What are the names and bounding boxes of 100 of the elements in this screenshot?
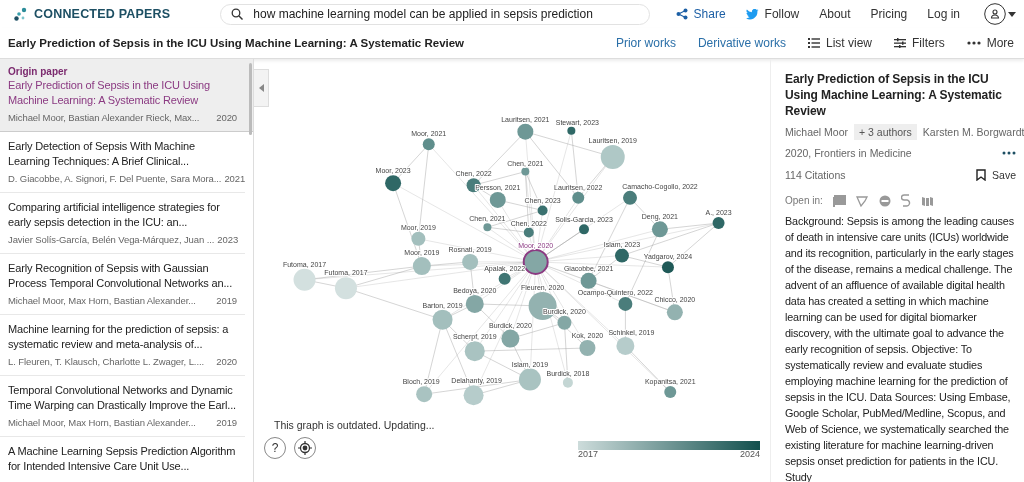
detail-title: Early Prediction of Sepsis in the ICU Using Machine Learning: A Systematic Review	[785, 71, 1003, 119]
paper-node[interactable]	[412, 257, 431, 276]
paper-node[interactable]	[416, 386, 433, 403]
list-icon	[807, 38, 820, 48]
paper-node[interactable]	[537, 205, 548, 216]
nav-link[interactable]: About	[819, 7, 851, 21]
tag-icon[interactable]	[855, 194, 869, 207]
paper-node[interactable]	[618, 296, 633, 311]
paper-node[interactable]	[614, 248, 629, 263]
paper-node[interactable]	[712, 217, 725, 230]
help-button[interactable]: ?	[264, 437, 286, 459]
paper-node[interactable]	[334, 277, 357, 300]
paper-item-title: Early Detection of Sepsis With Machine Learning Techniques: A Brief Clinical...	[8, 139, 196, 169]
paper-year: 2020	[216, 356, 237, 367]
paper-node[interactable]	[462, 253, 479, 270]
paper-year: 2019	[216, 295, 237, 306]
paper-authors: L. Fleuren, T. Klausch, Charlotte L. Zwager, L....	[8, 356, 204, 367]
document-icon[interactable]	[832, 194, 846, 207]
paper-node[interactable]	[463, 385, 484, 406]
nav-link[interactable]: Log in	[927, 7, 960, 21]
circle-icon[interactable]	[878, 194, 891, 207]
paper-node[interactable]	[518, 368, 541, 391]
paper-node[interactable]	[464, 341, 485, 362]
paper-item-title: Early Recognition of Sepsis with Gaussian Process Temporal Convolutional Networks an...	[8, 261, 234, 291]
paper-year: 2023	[217, 234, 239, 245]
paper-authors: Javier Solís-García, Belén Vega-Márquez, Juan ...	[8, 234, 215, 245]
paper-node[interactable]	[623, 190, 637, 205]
paper-node[interactable]	[567, 126, 576, 135]
paper-list-item[interactable]: A Machine Learning Sepsis Prediction Algorithm for Intended Intensive Care Unit Use...	[0, 437, 245, 482]
paper-node[interactable]	[411, 231, 426, 246]
paper-node[interactable]	[600, 144, 625, 169]
paper-year: 2020	[216, 112, 237, 123]
paper-authors: Michael Moor, Max Horn, Bastian Alexander...	[8, 295, 196, 306]
paper-node[interactable]	[432, 309, 453, 330]
sliders-icon	[894, 38, 906, 48]
user-avatar-icon[interactable]	[984, 3, 1006, 25]
paper-node[interactable]	[293, 268, 316, 291]
paper-item-title: Early Prediction of Sepsis in the ICU Using Machine Learning: A Systematic Review	[8, 78, 212, 108]
paper-node[interactable]	[483, 223, 492, 232]
paper-node[interactable]	[422, 138, 435, 151]
paper-node[interactable]	[661, 261, 674, 274]
paper-node[interactable]	[579, 340, 596, 356]
origin-label: Origin paper	[8, 66, 69, 77]
nav-link[interactable]: Pricing	[870, 7, 908, 21]
paper-list-item[interactable]: Origin paper Early Prediction of Sepsis in the ICU Using Machine Learning: A Systematic Review Michael Moor, Bastian Alexander Rieck, Max... 2020	[0, 59, 253, 132]
paper-item-title: Temporal Convolutional Networks and Dynamic Time Warping can Drastically Improve the Earl...	[8, 383, 237, 413]
legend-start-year: 2017	[578, 450, 599, 459]
more-icon	[966, 41, 981, 45]
paper-title: Early Prediction of Sepsis in the ICU Using Machine Learning: A Systematic Review	[8, 37, 465, 49]
share-link[interactable]: Share	[675, 7, 726, 21]
recenter-button[interactable]	[294, 437, 316, 459]
paper-node[interactable]	[498, 272, 511, 285]
caret-icon[interactable]	[1008, 11, 1016, 17]
bird-icon	[745, 8, 759, 20]
paper-node[interactable]	[501, 329, 520, 348]
paper-year: 2019	[216, 417, 237, 428]
list-view-button[interactable]: List view	[807, 36, 872, 50]
paper-node[interactable]	[579, 224, 589, 235]
paper-list-item[interactable]: Early Detection of Sepsis With Machine Learning Techniques: A Brief Clinical... D. Giacobbe, A. Signori, F. Del Puente, Sara Mora... 2021	[0, 132, 245, 193]
open-in-label: Open in:	[785, 195, 823, 206]
paper-node[interactable]	[664, 386, 677, 399]
search-icon	[231, 8, 244, 20]
follow-link[interactable]: Follow	[745, 7, 800, 21]
paper-item-title: A Machine Learning Sepsis Prediction Algorithm for Intended Intensive Care Unit Use...	[8, 444, 237, 474]
more-icon[interactable]	[1002, 151, 1016, 155]
paper-node[interactable]	[616, 336, 635, 355]
paper-node[interactable]	[489, 191, 506, 208]
more-authors-chip[interactable]: + 3 authors	[854, 124, 917, 140]
view-link[interactable]: Prior works	[615, 36, 676, 50]
paper-node[interactable]	[465, 294, 484, 313]
paper-node[interactable]	[651, 221, 668, 238]
paper-node[interactable]	[572, 191, 585, 204]
scrollbar[interactable]	[249, 63, 252, 135]
paper-node[interactable]	[517, 123, 534, 140]
paper-node[interactable]	[557, 315, 572, 330]
more-button[interactable]: More	[966, 36, 1014, 50]
paper-list-item[interactable]: Machine learning for the prediction of sepsis: a systematic review and meta-analysis of... L. Fleuren, T. Klausch, Charlotte L. Zwager, L.... 2020	[0, 315, 245, 376]
legend-end-year: 2024	[739, 450, 760, 459]
paper-list-item[interactable]: Comparing artificial intelligence strategies for early sepsis detection in the ICU: an... Javier Solís-García, Belén Vega-Márquez, Juan ... 2023	[0, 193, 245, 254]
hook-icon[interactable]	[900, 194, 911, 207]
books-icon[interactable]	[920, 194, 934, 207]
author-name[interactable]: Karsten M. Borgwardt	[922, 126, 1024, 138]
paper-node[interactable]	[562, 377, 573, 388]
paper-authors: D. Giacobbe, A. Signori, F. Del Puente, Sara Mora...	[8, 173, 222, 184]
save-button[interactable]: Save	[976, 169, 1016, 181]
bookmark-icon	[976, 169, 987, 181]
share-icon	[675, 8, 688, 20]
paper-node[interactable]	[580, 272, 597, 289]
paper-item-title: Comparing artificial intelligence strategies for early sepsis detection in the ICU: an...	[8, 200, 221, 230]
view-link[interactable]: Derivative works	[697, 36, 786, 50]
paper-node[interactable]	[523, 227, 534, 238]
paper-list-item[interactable]: Early Recognition of Sepsis with Gaussian Process Temporal Convolutional Networks an... Michael Moor, Max Horn, Bastian Alexander... 2019	[0, 254, 245, 315]
paper-node[interactable]	[666, 304, 683, 321]
author-name[interactable]: Michael Moor	[785, 126, 849, 138]
paper-authors: Michael Moor, Max Horn, Bastian Alexander...	[8, 417, 196, 428]
paper-list-item[interactable]: Temporal Convolutional Networks and Dynamic Time Warping can Drastically Improve the Earl... Michael Moor, Max Horn, Bastian Alexander... 2019	[0, 376, 245, 437]
collapse-handle[interactable]	[254, 69, 269, 107]
filters-button[interactable]: Filters	[894, 36, 945, 50]
paper-node[interactable]	[521, 167, 530, 176]
paper-node[interactable]	[385, 175, 402, 192]
